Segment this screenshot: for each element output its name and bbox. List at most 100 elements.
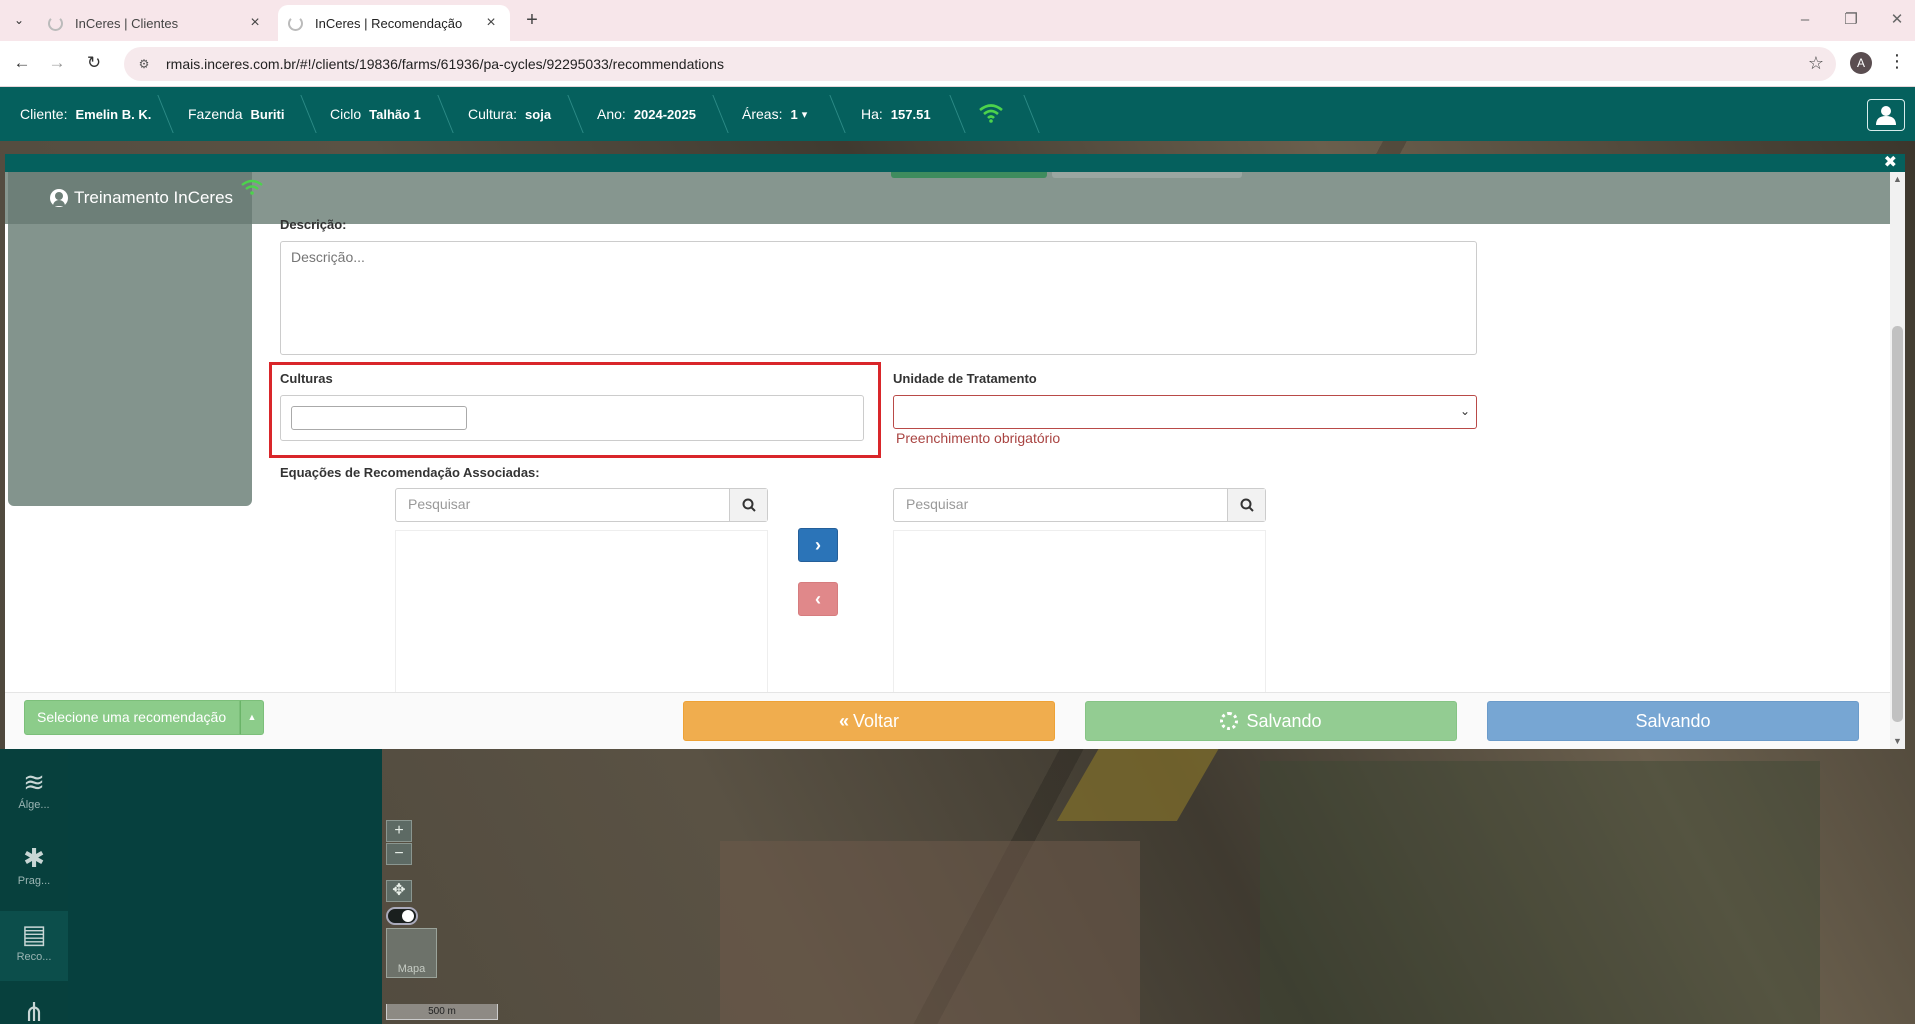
unidade-tratamento-select[interactable]: ⌄ xyxy=(893,395,1477,429)
crumb-value: soja xyxy=(525,106,552,122)
bookmark-star-icon[interactable]: ☆ xyxy=(1808,53,1824,74)
crumb-cultura[interactable]: Cultura: soja xyxy=(468,87,551,141)
bug-icon: ✱ xyxy=(23,843,45,873)
url-omnibox[interactable]: ⚙ rmais.inceres.com.br/#!/clients/19836/… xyxy=(124,47,1836,81)
culturas-multiselect[interactable] xyxy=(280,395,864,441)
unidade-tratamento-label: Unidade de Tratamento xyxy=(893,371,1037,386)
spinner-icon xyxy=(1220,712,1239,730)
rail-item-spray[interactable]: ⋔ xyxy=(0,989,68,1024)
back-arrow-icon[interactable]: ← xyxy=(10,51,34,75)
search-button[interactable] xyxy=(1227,489,1265,521)
crumb-separator xyxy=(1010,95,1040,133)
forward-arrow-icon[interactable]: → xyxy=(45,51,69,75)
tab-search-chevron-icon[interactable]: ⌄ xyxy=(8,9,30,31)
move-right-button[interactable]: › xyxy=(798,528,838,562)
profile-avatar[interactable]: A xyxy=(1850,52,1872,74)
salvando-button-blue[interactable]: Salvando xyxy=(1487,701,1859,741)
search-associated-input[interactable]: Pesquisar xyxy=(894,489,1227,521)
select-recommendation-dropdown[interactable]: Selecione uma recomendação ▲ xyxy=(24,700,264,735)
crumb-value: 157.51 xyxy=(890,106,931,122)
crumb-value: 1 xyxy=(790,106,798,122)
crumb-label: Fazenda xyxy=(188,106,243,122)
search-available-group: Pesquisar xyxy=(395,488,768,522)
user-icon xyxy=(1876,106,1896,125)
new-tab-plus-icon[interactable]: + xyxy=(520,8,544,32)
search-available-input[interactable]: Pesquisar xyxy=(396,489,729,521)
select-recommendation-label[interactable]: Selecione uma recomendação xyxy=(24,700,240,735)
url-text: rmais.inceres.com.br/#!/clients/19836/fa… xyxy=(166,56,724,72)
crumb-ano[interactable]: Ano: 2024-2025 xyxy=(597,87,696,141)
associated-equations-list[interactable] xyxy=(893,530,1266,692)
step-tab-active[interactable] xyxy=(891,172,1047,178)
move-left-button[interactable]: ‹ xyxy=(798,582,838,616)
scroll-up-arrow-icon[interactable]: ▲ xyxy=(1893,174,1902,184)
sprayer-icon: ⋔ xyxy=(23,997,45,1024)
close-icon[interactable]: × xyxy=(246,14,264,32)
crumb-separator xyxy=(424,95,454,133)
crumb-label: Cultura: xyxy=(468,106,518,122)
recommendation-icon: ▤ xyxy=(21,919,47,949)
crumb-label: Áreas: xyxy=(742,106,783,122)
map-field xyxy=(1260,761,1820,1024)
map-layer-toggle[interactable] xyxy=(386,907,418,925)
voltar-button[interactable]: « Voltar xyxy=(683,701,1055,741)
descricao-textarea[interactable] xyxy=(280,241,1477,355)
user-profile-button[interactable] xyxy=(1867,99,1905,131)
crumb-label: Ciclo xyxy=(330,106,362,122)
crumb-separator xyxy=(699,95,729,133)
user-card: Treinamento InCeres xyxy=(8,172,252,506)
chevron-down-icon[interactable]: ▾ xyxy=(802,108,808,121)
search-associated-group: Pesquisar xyxy=(893,488,1266,522)
required-error-message: Preenchimento obrigatório xyxy=(896,430,1061,446)
rail-item-recomendacoes[interactable]: ▤ Reco... xyxy=(0,911,68,981)
browser-tab-clientes[interactable]: InCeres | Clientes × xyxy=(38,5,274,41)
salvando-label: Salvando xyxy=(1246,710,1322,731)
loading-icon xyxy=(48,15,63,31)
caret-up-icon[interactable]: ▲ xyxy=(240,700,264,735)
close-icon[interactable]: × xyxy=(482,14,500,32)
crumb-areas[interactable]: Áreas: 1 ▾ xyxy=(742,87,807,141)
basemap-thumbnail[interactable]: Mapa xyxy=(386,928,437,978)
recommendation-modal: ✖ Treinamento InCeres Descrição: Cultura… xyxy=(5,154,1905,749)
scrollbar-thumb[interactable] xyxy=(1892,326,1903,722)
map-side-panel xyxy=(68,749,382,1024)
scroll-down-arrow-icon[interactable]: ▼ xyxy=(1893,736,1902,746)
rail-item-label: Álge... xyxy=(18,799,50,811)
modal-scrollbar[interactable]: ▲ ▼ xyxy=(1890,172,1905,749)
chevron-down-icon: ⌄ xyxy=(1459,404,1470,418)
user-circle-icon xyxy=(50,189,68,207)
browser-menu-icon[interactable]: ⋮ xyxy=(1888,51,1906,72)
crumb-separator xyxy=(816,95,846,133)
crumb-value: 2024-2025 xyxy=(633,106,696,122)
crumb-label: Cliente: xyxy=(20,106,68,122)
culturas-input[interactable] xyxy=(291,406,467,430)
available-equations-list[interactable] xyxy=(395,530,768,692)
crumb-label: Ha: xyxy=(861,106,883,122)
crumb-ciclo[interactable]: Ciclo Talhão 1 xyxy=(330,87,421,141)
search-button[interactable] xyxy=(729,489,767,521)
modal-close-icon[interactable]: ✖ xyxy=(1884,152,1897,172)
zoom-in-icon[interactable]: + xyxy=(386,820,412,842)
browser-tab-recomendacao[interactable]: InCeres | Recomendação × xyxy=(278,5,510,41)
reload-icon[interactable]: ↻ xyxy=(82,51,106,75)
rail-item-layers[interactable]: ≋ Álge... xyxy=(0,759,68,829)
user-card-header: Treinamento InCeres xyxy=(8,172,252,224)
rail-item-label: Prag... xyxy=(17,875,51,887)
crumb-separator xyxy=(936,95,966,133)
zoom-out-icon[interactable]: − xyxy=(386,843,412,865)
site-settings-icon[interactable]: ⚙ xyxy=(136,56,152,72)
step-tab[interactable] xyxy=(1052,172,1242,178)
crumb-ha: Ha: 157.51 xyxy=(861,87,931,141)
crumb-fazenda[interactable]: Fazenda Buriti xyxy=(188,87,284,141)
wifi-icon xyxy=(979,104,1003,123)
pan-move-icon[interactable]: ✥ xyxy=(386,880,412,902)
crumb-cliente[interactable]: Cliente: Emelin B. K. xyxy=(20,87,151,141)
rail-item-pragas[interactable]: ✱ Prag... xyxy=(0,835,68,905)
crumb-separator xyxy=(287,95,317,133)
browser-tab-bar: ⌄ InCeres | Clientes × InCeres | Recomen… xyxy=(0,0,1915,41)
restore-icon[interactable]: ❐ xyxy=(1836,8,1866,32)
window-close-icon[interactable]: ✕ xyxy=(1882,8,1912,32)
minimize-icon[interactable]: – xyxy=(1790,8,1820,32)
descricao-label: Descrição: xyxy=(280,217,347,232)
salvando-button-green[interactable]: Salvando xyxy=(1085,701,1457,741)
